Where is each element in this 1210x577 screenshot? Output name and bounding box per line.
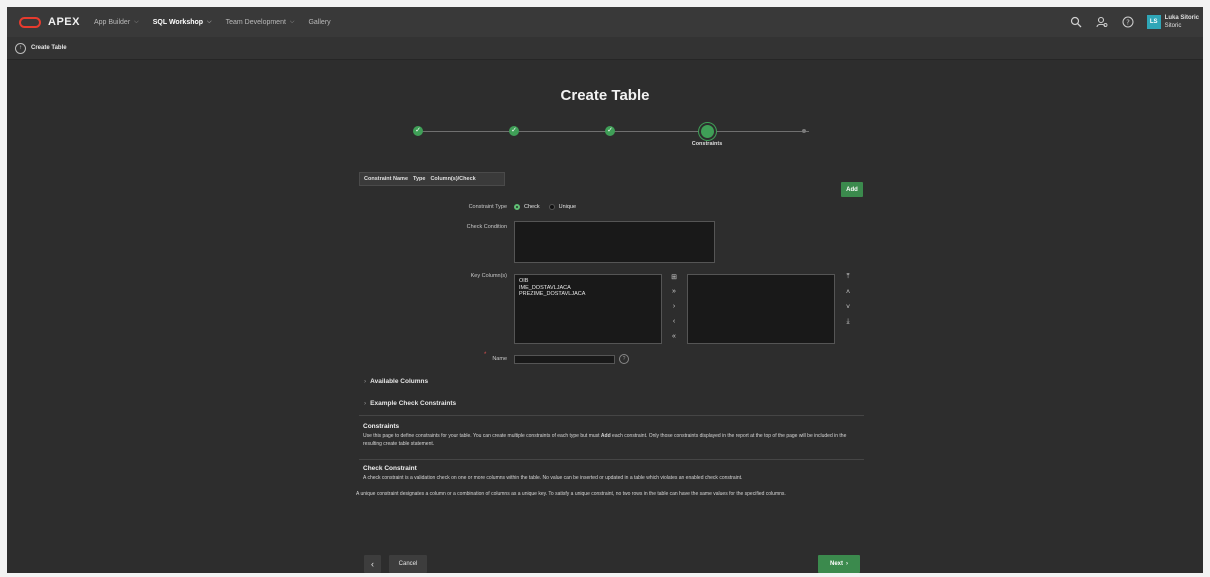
chevron-down-icon[interactable]: ⌵: [207, 19, 212, 26]
chevron-down-icon[interactable]: ⌵: [134, 19, 139, 26]
unique-constraint-help-text: A unique constraint designates a column …: [356, 491, 786, 497]
oracle-logo-icon[interactable]: [19, 16, 41, 28]
breadcrumb-label: Create Table: [31, 45, 67, 51]
help-text-part: Use this page to define constraints for …: [363, 433, 601, 439]
next-button-label: Next: [829, 561, 843, 567]
constraints-help-title: Constraints: [363, 423, 400, 430]
wizard-step-completed: ✓: [605, 126, 615, 136]
constraints-report-header: Constraint Name Type Column(s)/Check: [359, 172, 505, 186]
wizard-step-completed: ✓: [509, 126, 519, 136]
user-surname: Sitoric: [1164, 23, 1182, 29]
nav-sql-workshop[interactable]: SQL Workshop ⌵: [153, 19, 212, 26]
top-navigation-bar: APEX App Builder ⌵ SQL Workshop ⌵ Team D…: [7, 7, 1203, 37]
user-name: Luka Sitoric: [1164, 15, 1199, 21]
header-actions: ? LS Luka Sitoric Sitoric: [1069, 7, 1199, 37]
example-check-heading: Example Check Constraints: [370, 400, 457, 407]
check-condition-label: Check Condition: [466, 224, 507, 230]
nav-app-builder-label: App Builder: [93, 18, 131, 26]
available-columns-list[interactable]: OIB IME_DOSTAVLJACA PREZIME_DOSTAVLJACA: [514, 274, 662, 344]
nav-team-development-label: Team Development: [225, 18, 286, 26]
help-icon[interactable]: ?: [619, 354, 629, 364]
available-columns-toggle[interactable]: › Available Columns: [364, 378, 428, 385]
previous-button[interactable]: ‹: [364, 555, 381, 573]
administration-icon[interactable]: [1095, 15, 1109, 29]
move-left-icon[interactable]: ‹: [669, 318, 679, 325]
help-text-bold: Add: [600, 433, 611, 439]
available-columns-heading: Available Columns: [370, 378, 429, 385]
user-menu[interactable]: Luka Sitoric Sitoric: [1165, 14, 1199, 30]
next-button[interactable]: Next ›: [818, 555, 860, 573]
search-icon[interactable]: [1069, 15, 1083, 29]
move-top-icon[interactable]: ⤒: [843, 273, 853, 281]
example-check-toggle[interactable]: › Example Check Constraints: [364, 400, 456, 407]
wizard-step-label: Constraints: [691, 141, 723, 147]
app-window: APEX App Builder ⌵ SQL Workshop ⌵ Team D…: [7, 7, 1203, 573]
radio-unique[interactable]: [548, 204, 555, 210]
selected-columns-list[interactable]: [687, 274, 835, 344]
wizard-step-completed: ✓: [413, 126, 423, 136]
wizard-step-future: [802, 129, 806, 133]
chevron-right-icon: ›: [364, 378, 367, 385]
breadcrumb: ↑ Create Table: [7, 37, 1203, 60]
move-bottom-icon[interactable]: ⤓: [843, 318, 853, 326]
help-icon[interactable]: ?: [1121, 15, 1135, 29]
cancel-button[interactable]: Cancel: [389, 555, 427, 573]
column-header: Column(s)/Check: [430, 176, 476, 182]
check-constraint-help-title: Check Constraint: [363, 465, 417, 472]
nav-app-builder[interactable]: App Builder ⌵: [94, 19, 139, 26]
chevron-right-icon: ›: [846, 561, 848, 567]
move-all-right-icon[interactable]: »: [669, 288, 679, 295]
name-input[interactable]: [514, 355, 615, 364]
up-arrow-icon[interactable]: ↑: [15, 42, 26, 54]
nav-gallery-label: Gallery: [308, 18, 331, 26]
constraint-type-radio-group: Check Unique: [514, 204, 576, 210]
nav-team-development[interactable]: Team Development ⌵: [226, 19, 295, 26]
divider: [359, 415, 864, 416]
nav-gallery[interactable]: Gallery: [308, 19, 330, 26]
radio-check-label[interactable]: Check: [524, 204, 540, 210]
move-right-icon[interactable]: ›: [669, 303, 679, 310]
svg-text:?: ?: [1126, 18, 1130, 26]
constraints-help-text: Use this page to define constraints for …: [363, 433, 861, 448]
radio-unique-label[interactable]: Unique: [559, 204, 576, 210]
divider: [359, 459, 864, 460]
constraint-type-label: Constraint Type: [468, 204, 507, 210]
wizard-step-current: [699, 123, 716, 140]
apex-logo-text[interactable]: APEX: [48, 16, 80, 28]
chevron-down-icon[interactable]: ⌵: [290, 19, 295, 26]
chevron-right-icon: ›: [364, 400, 367, 407]
column-header: Type: [413, 176, 426, 182]
name-label: Name: [492, 356, 507, 362]
add-button[interactable]: Add: [841, 182, 863, 197]
radio-check[interactable]: [514, 204, 520, 210]
move-all-left-icon[interactable]: «: [669, 333, 679, 340]
page-title: Create Table: [560, 87, 650, 104]
move-up-icon[interactable]: ˄: [843, 289, 853, 296]
avatar[interactable]: LS: [1146, 15, 1161, 29]
key-columns-label: Key Column(s): [470, 273, 507, 279]
check-condition-textarea[interactable]: [514, 221, 715, 263]
list-item[interactable]: PREZIME_DOSTAVLJACA: [519, 291, 657, 298]
check-constraint-help-text: A check constraint is a validation check…: [363, 475, 743, 481]
reset-icon[interactable]: ⊞: [669, 273, 679, 281]
move-down-icon[interactable]: ˅: [843, 304, 853, 311]
nav-sql-workshop-label: SQL Workshop: [152, 18, 204, 26]
column-header: Constraint Name: [364, 176, 409, 182]
